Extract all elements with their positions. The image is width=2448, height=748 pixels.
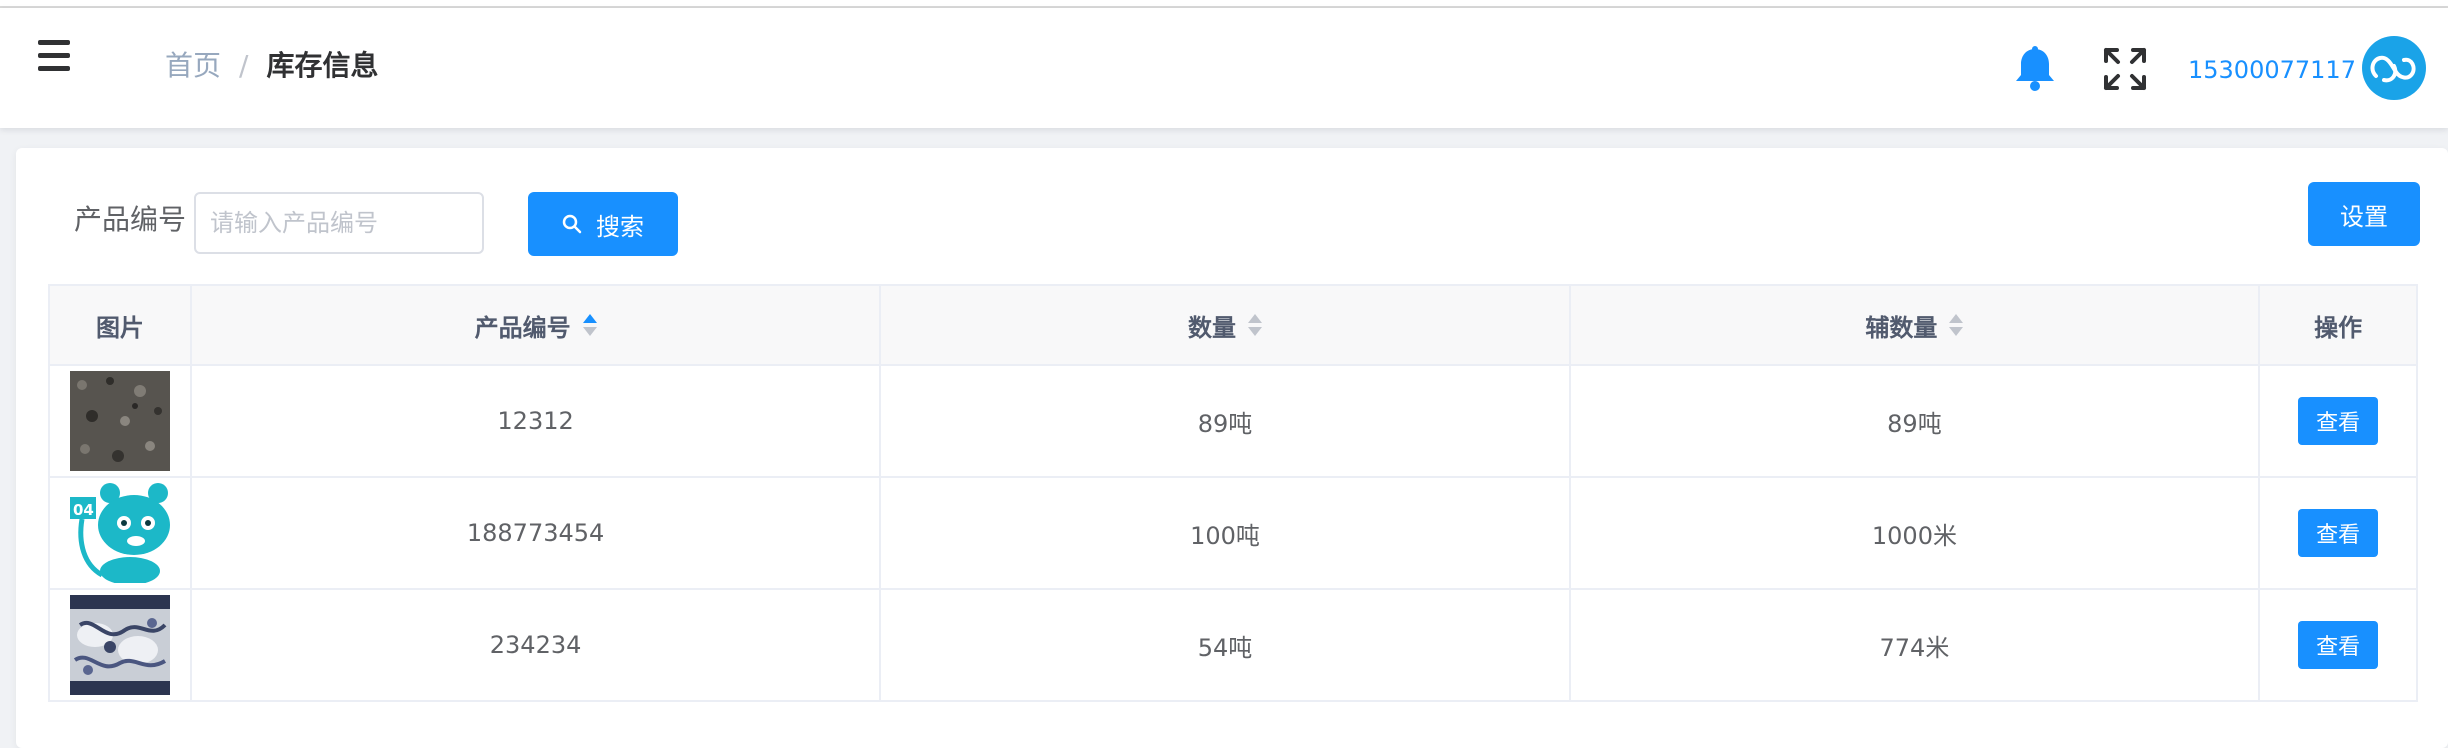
breadcrumb-current: 库存信息 xyxy=(266,49,379,82)
view-button[interactable]: 查看 xyxy=(2298,509,2379,557)
sort-icon[interactable] xyxy=(1248,313,1262,337)
product-image[interactable] xyxy=(69,371,170,471)
aux-quantity-cell: 1000米 xyxy=(1570,478,2261,590)
svg-text:04: 04 xyxy=(73,501,94,519)
product-image[interactable]: 04 xyxy=(69,483,170,583)
column-header-product-code[interactable]: 产品编号 xyxy=(191,286,882,366)
navbar: 首页 / 库存信息 15300077117 xyxy=(0,8,2448,128)
sort-icon[interactable] xyxy=(582,313,597,337)
view-button[interactable]: 查看 xyxy=(2298,397,2379,445)
bell-icon[interactable] xyxy=(2013,46,2057,92)
product-code-cell: 12312 xyxy=(191,366,882,478)
user-phone[interactable]: 15300077117 xyxy=(2188,54,2356,86)
product-code-input[interactable] xyxy=(194,192,484,254)
breadcrumb-separator: / xyxy=(239,49,249,82)
search-label: 产品编号 xyxy=(74,203,187,236)
aux-quantity-cell: 774米 xyxy=(1570,590,2261,702)
view-button[interactable]: 查看 xyxy=(2298,621,2379,669)
column-header-quantity[interactable]: 数量 xyxy=(881,286,1571,366)
aux-quantity-cell: 89吨 xyxy=(1570,366,2261,478)
quantity-cell: 100吨 xyxy=(881,478,1571,590)
column-header-aux-quantity[interactable]: 辅数量 xyxy=(1570,286,2261,366)
sort-icon[interactable] xyxy=(1949,313,1964,337)
column-header-image: 图片 xyxy=(50,286,192,366)
inventory-table: 图片 产品编号 数量 辅数量 操作 12312 89吨 89吨 查看 04 18… xyxy=(48,284,2419,702)
table-header: 图片 产品编号 数量 辅数量 操作 xyxy=(50,286,2419,366)
table-row: 12312 89吨 89吨 查看 xyxy=(50,366,2419,478)
column-header-actions: 操作 xyxy=(2260,286,2419,366)
settings-button[interactable]: 设置 xyxy=(2308,182,2420,246)
quantity-cell: 89吨 xyxy=(881,366,1571,478)
top-border xyxy=(0,0,2448,8)
product-code-cell: 234234 xyxy=(191,590,882,702)
inventory-card: 产品编号 搜索 设置 图片 产品编号 数量 辅数量 操作 xyxy=(16,148,2448,748)
search-icon xyxy=(562,214,582,234)
product-code-cell: 188773454 xyxy=(191,478,882,590)
table-row: 234234 54吨 774米 查看 xyxy=(50,590,2419,702)
quantity-cell: 54吨 xyxy=(881,590,1571,702)
breadcrumb: 首页 / 库存信息 xyxy=(165,48,378,84)
search-button[interactable]: 搜索 xyxy=(528,192,678,256)
product-image[interactable] xyxy=(69,595,170,695)
search-button-label: 搜索 xyxy=(596,212,644,241)
avatar[interactable] xyxy=(2362,36,2426,100)
table-row: 04 188773454 100吨 1000米 查看 xyxy=(50,478,2419,590)
menu-icon[interactable] xyxy=(38,38,70,74)
fullscreen-icon[interactable] xyxy=(2102,46,2148,92)
breadcrumb-home[interactable]: 首页 xyxy=(165,49,221,82)
